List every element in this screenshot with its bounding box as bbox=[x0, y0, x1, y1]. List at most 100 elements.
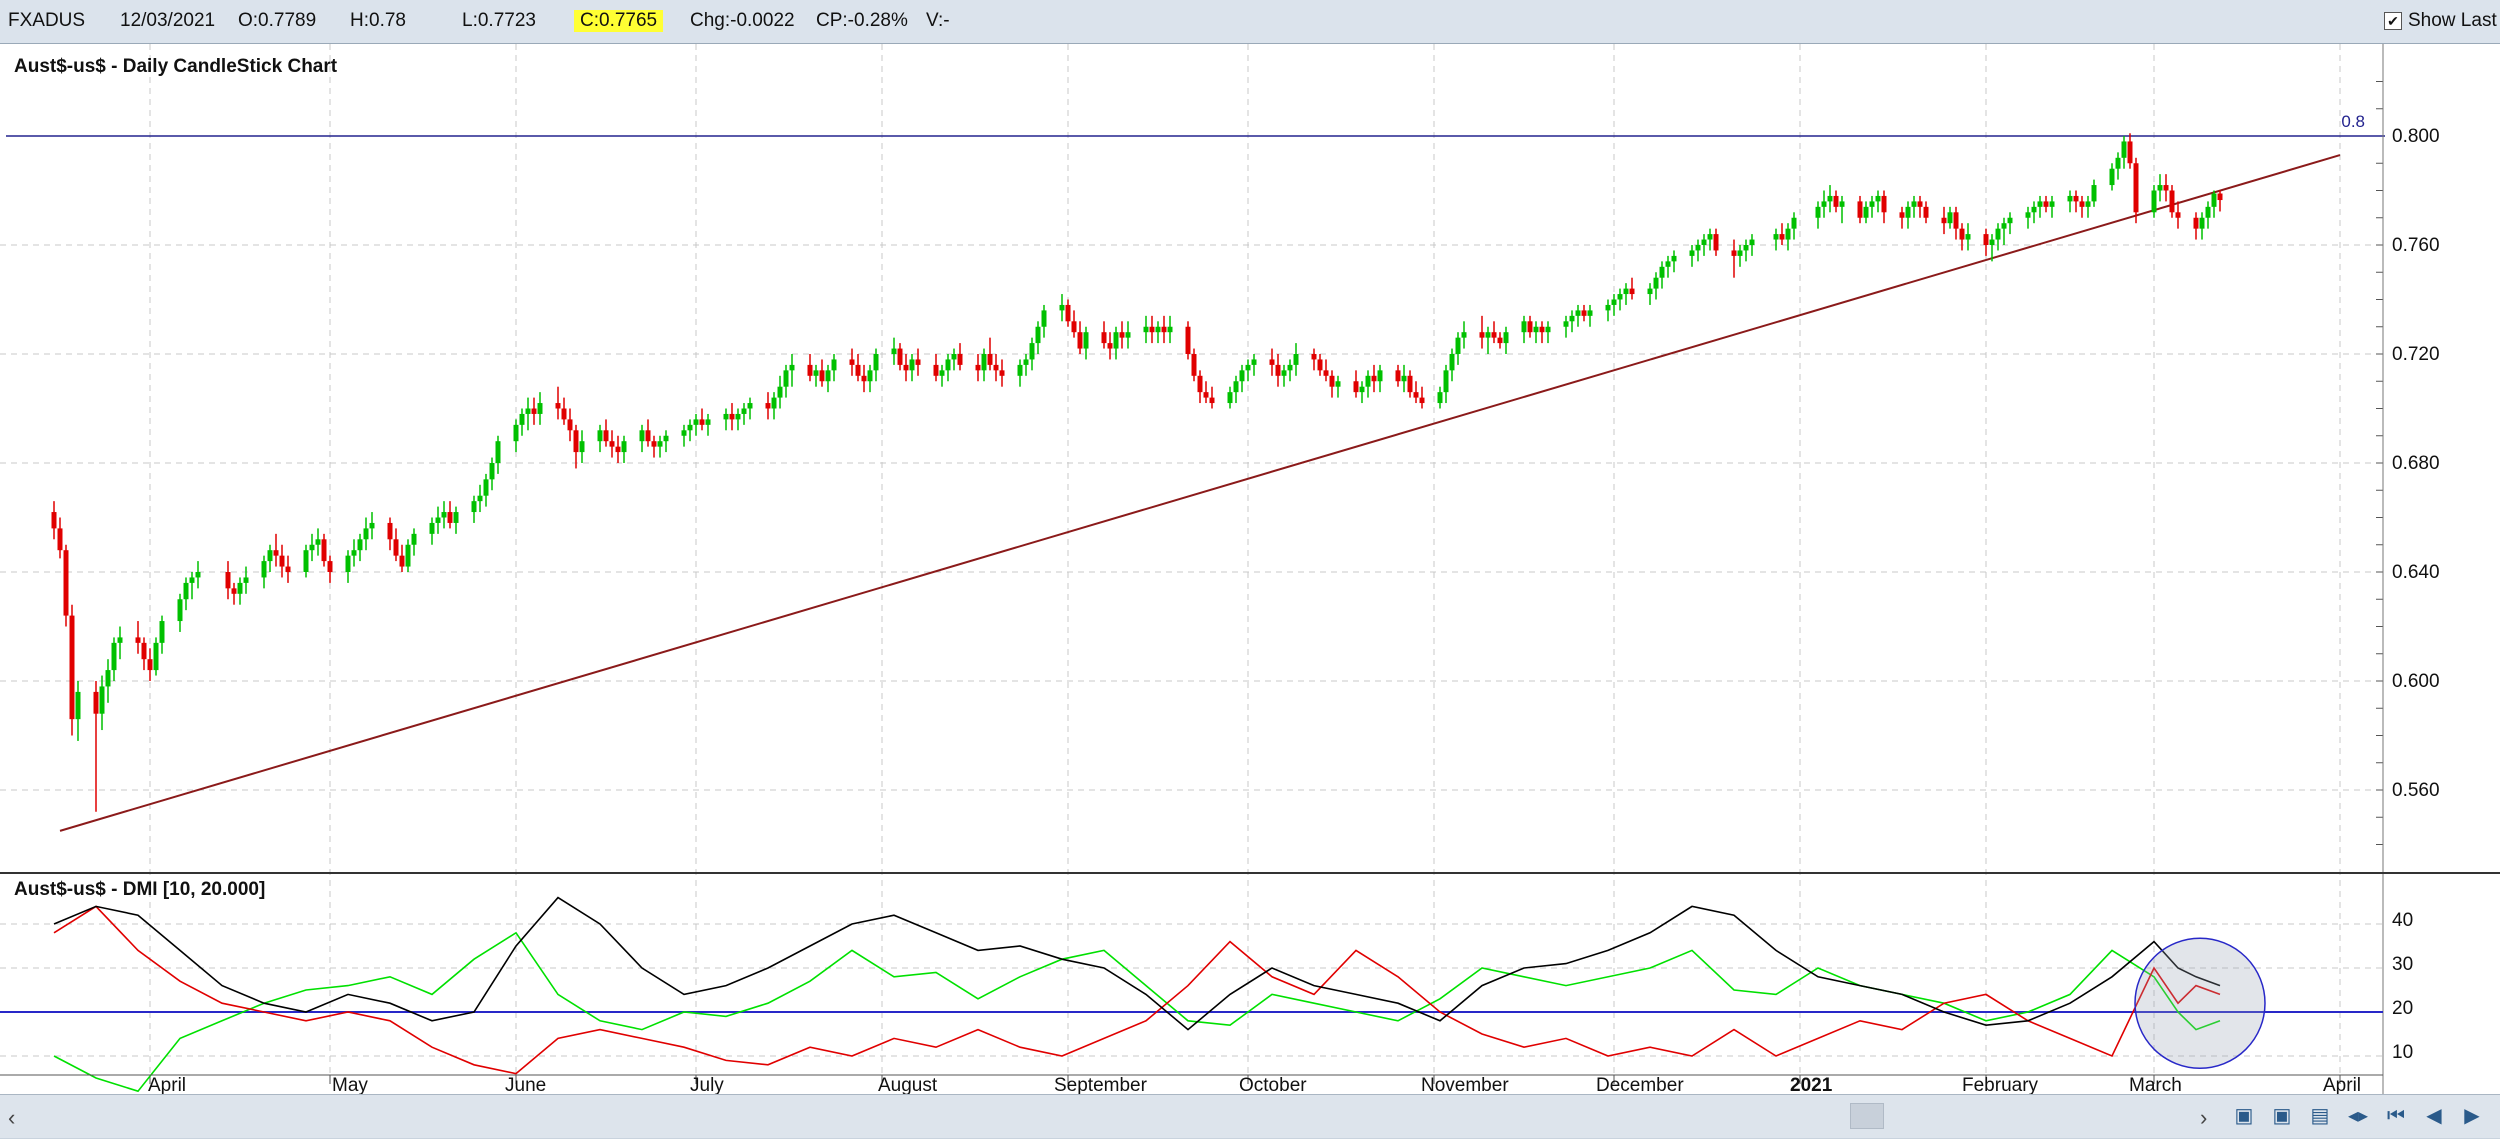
step-forward-icon[interactable]: ▶ bbox=[2458, 1103, 2486, 1129]
candle-body bbox=[693, 419, 699, 425]
candle-body bbox=[1161, 326, 1167, 333]
candle-body bbox=[1149, 326, 1155, 333]
candle-body bbox=[393, 539, 399, 556]
candle-body bbox=[735, 413, 741, 420]
zoom-in-icon[interactable]: ▣ bbox=[2230, 1103, 2258, 1129]
chart-canvas[interactable]: 0.8 0.800 0.760 0.720 0.680 0.640 0.600 … bbox=[0, 44, 2500, 1094]
candle-body bbox=[1209, 397, 1215, 404]
candle-body bbox=[1701, 239, 1707, 245]
candle-body bbox=[1395, 370, 1401, 382]
low-value: L:0.7723 bbox=[462, 10, 536, 31]
horizontal-scrollbar[interactable]: ‹ › ▣ ▣ ▤ ◂▸ ⏮ ◀ ▶ bbox=[0, 1094, 2500, 1138]
candle-body bbox=[741, 408, 747, 414]
candle-body bbox=[987, 354, 993, 365]
month-label: October bbox=[1239, 1075, 1307, 1094]
candle-body bbox=[1815, 206, 1821, 218]
fit-all-icon[interactable]: ◂▸ bbox=[2344, 1103, 2372, 1129]
reset-zoom-icon[interactable]: ▤ bbox=[2306, 1103, 2334, 1129]
candle-body bbox=[489, 463, 495, 480]
candle-body bbox=[141, 642, 147, 660]
volume-value: V:- bbox=[926, 10, 950, 31]
candle-body bbox=[279, 555, 285, 567]
candle-body bbox=[813, 370, 819, 376]
candle-body bbox=[1539, 326, 1545, 333]
candle-body bbox=[2211, 193, 2217, 207]
quote-info-bar: FXADUS 12/03/2021 O:0.7789 H:0.78 L:0.77… bbox=[0, 0, 2500, 44]
candle-body bbox=[909, 359, 915, 371]
zoom-out-icon[interactable]: ▣ bbox=[2268, 1103, 2296, 1129]
candle-body bbox=[189, 577, 195, 583]
candle-body bbox=[1995, 228, 2001, 240]
candle-body bbox=[807, 364, 813, 376]
candle-body bbox=[1125, 332, 1131, 338]
candle-body bbox=[1791, 217, 1797, 229]
year-label: 2021 bbox=[1790, 1075, 1833, 1094]
candle-body bbox=[1665, 261, 1671, 267]
candle-body bbox=[1923, 206, 1929, 218]
go-to-start-icon[interactable]: ⏮ bbox=[2382, 1103, 2410, 1129]
candle-body bbox=[51, 512, 57, 529]
candle-body bbox=[261, 561, 267, 578]
month-label: April bbox=[148, 1075, 186, 1094]
show-last-toggle[interactable]: ✔ Show Last bbox=[2384, 10, 2497, 32]
candle-body bbox=[1545, 326, 1551, 333]
candle-body bbox=[471, 501, 477, 513]
candle-body bbox=[993, 364, 999, 371]
candle-body bbox=[597, 430, 603, 442]
candle-body bbox=[147, 659, 153, 671]
candle-body bbox=[63, 550, 69, 616]
candle-body bbox=[1605, 304, 1611, 311]
candle-body bbox=[411, 533, 417, 545]
dmi-chart-title: Aust$-us$ - DMI [10, 20.000] bbox=[14, 879, 265, 900]
candle-body bbox=[1713, 234, 1719, 251]
price-tick-label: 0.600 bbox=[2392, 671, 2440, 692]
candle-body bbox=[1443, 370, 1449, 393]
dmi-tick-label: 30 bbox=[2392, 954, 2413, 975]
show-last-checkbox[interactable]: ✔ bbox=[2384, 12, 2402, 30]
scroll-left-arrow-icon[interactable]: ‹ bbox=[8, 1105, 15, 1131]
step-back-icon[interactable]: ◀ bbox=[2420, 1103, 2448, 1129]
month-label: July bbox=[690, 1075, 724, 1094]
scroll-right-arrow-icon[interactable]: › bbox=[2200, 1105, 2207, 1131]
month-label: February bbox=[1962, 1075, 2039, 1094]
candle bbox=[69, 604, 75, 736]
candle-body bbox=[915, 359, 921, 365]
chart-background bbox=[0, 44, 2500, 1094]
month-label: September bbox=[1054, 1075, 1148, 1094]
candle-body bbox=[1857, 201, 1863, 218]
candle-body bbox=[1407, 375, 1413, 393]
candle-body bbox=[1035, 326, 1041, 344]
month-label: November bbox=[1421, 1075, 1509, 1094]
candle-body bbox=[99, 686, 105, 714]
candle bbox=[153, 637, 159, 676]
candle-body bbox=[387, 522, 393, 540]
candle-body bbox=[1017, 364, 1023, 376]
candle-body bbox=[1839, 201, 1845, 207]
candle-body bbox=[1695, 245, 1701, 251]
candle-body bbox=[1437, 392, 1443, 404]
candle-body bbox=[663, 435, 669, 442]
candle-body bbox=[1911, 201, 1917, 207]
price-tick-label: 0.560 bbox=[2392, 780, 2440, 801]
candle-body bbox=[2199, 217, 2205, 229]
scrollbar-thumb[interactable] bbox=[1850, 1103, 1884, 1129]
candle-body bbox=[231, 588, 237, 594]
candle-body bbox=[1821, 201, 1827, 207]
candle-body bbox=[1575, 310, 1581, 316]
candle-body bbox=[531, 408, 537, 414]
candle-body bbox=[1881, 195, 1887, 213]
candle-body bbox=[1365, 375, 1371, 387]
candle-body bbox=[75, 691, 81, 720]
candle-body bbox=[1689, 250, 1695, 256]
dmi-tick-label: 20 bbox=[2392, 998, 2413, 1019]
candle-body bbox=[1479, 332, 1485, 338]
highlight-circle bbox=[2134, 937, 2266, 1069]
candle-body bbox=[1485, 332, 1491, 338]
candle-body bbox=[1227, 392, 1233, 404]
month-label: April bbox=[2323, 1075, 2361, 1094]
candle-body bbox=[1191, 354, 1197, 376]
candle-body bbox=[771, 397, 777, 409]
candle-body bbox=[1965, 234, 1971, 240]
candle-body bbox=[2133, 163, 2139, 213]
candle-body bbox=[1521, 321, 1527, 333]
